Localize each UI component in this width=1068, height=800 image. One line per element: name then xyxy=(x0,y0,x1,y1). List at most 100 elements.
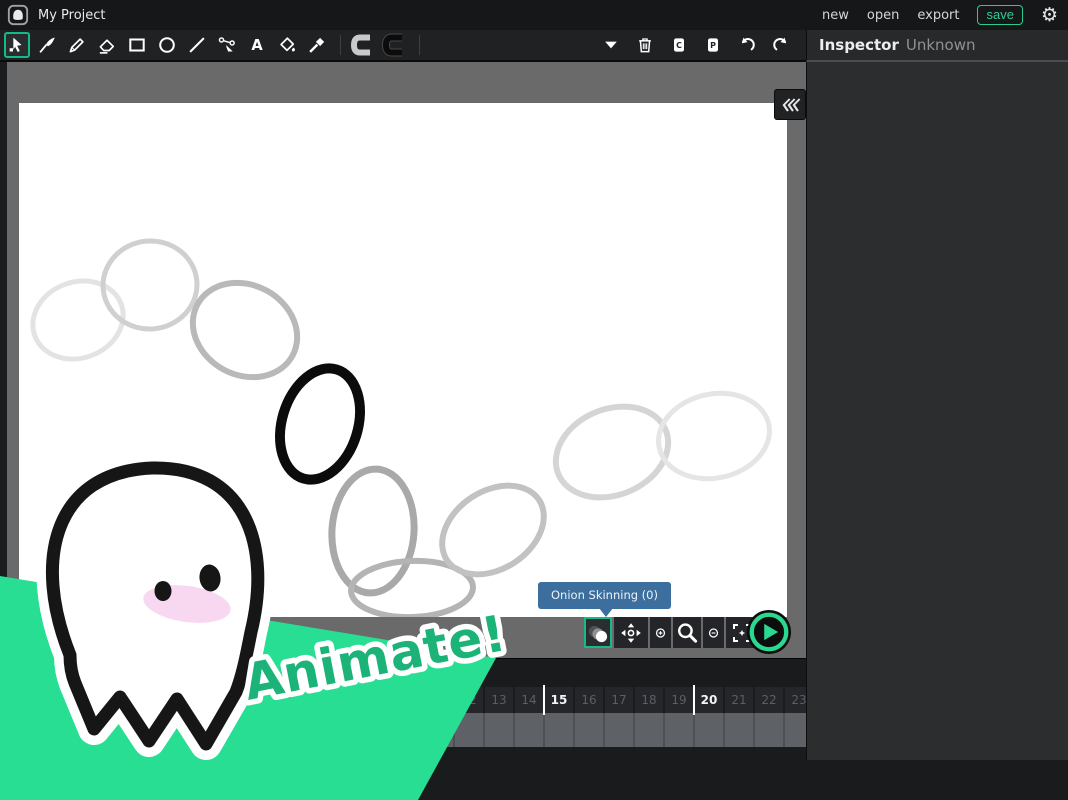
playhead-tick-20 xyxy=(693,685,695,715)
frame-16[interactable]: 16 xyxy=(575,687,603,713)
zoom-out-icon xyxy=(705,621,722,645)
brush-icon xyxy=(36,34,58,56)
color-swatches xyxy=(347,32,409,58)
track-cell-18[interactable] xyxy=(635,713,665,747)
tooltip-pointer xyxy=(599,608,613,617)
settings-gear-icon[interactable]: ⚙ xyxy=(1041,6,1058,25)
play-button[interactable] xyxy=(746,609,792,655)
frame-23[interactable]: 23 xyxy=(785,687,806,713)
frame-12[interactable]: 12 xyxy=(455,687,483,713)
inspector-selection: Unknown xyxy=(906,36,976,54)
track-cell-20[interactable] xyxy=(695,713,725,747)
eraser-icon xyxy=(96,34,118,56)
canvas-workspace xyxy=(0,62,806,658)
topbar-menu: new open export save ⚙ xyxy=(822,5,1068,25)
track-cell-13[interactable] xyxy=(485,713,515,747)
pencil-tool[interactable] xyxy=(64,32,90,58)
track-cell-19[interactable] xyxy=(665,713,695,747)
panel-bottom-strip xyxy=(806,760,1068,800)
title-bar: My Project new open export save ⚙ xyxy=(0,0,1068,30)
frame-14[interactable]: 14 xyxy=(515,687,543,713)
timeline: 11121314151617181920212223 xyxy=(0,658,806,800)
text-icon: A xyxy=(246,34,268,56)
undo-button[interactable] xyxy=(736,34,758,56)
pencil-icon xyxy=(66,34,88,56)
ellipse-icon xyxy=(156,34,178,56)
redo-button[interactable] xyxy=(770,34,792,56)
more-options-button[interactable] xyxy=(600,34,622,56)
viewport-toolbar xyxy=(584,617,758,648)
zoom-in-icon xyxy=(652,621,669,645)
track-cell-16[interactable] xyxy=(575,713,605,747)
frame-number-row: 11121314151617181920212223 xyxy=(425,687,806,713)
line-tool[interactable] xyxy=(184,32,210,58)
text-tool[interactable]: A xyxy=(244,32,270,58)
magnifier-icon xyxy=(675,621,699,645)
ellipse-tool[interactable] xyxy=(154,32,180,58)
track-cell-22[interactable] xyxy=(755,713,785,747)
onion-skinning-button[interactable] xyxy=(584,617,612,648)
paste-button[interactable]: P xyxy=(702,34,724,56)
inspector-title: Inspector xyxy=(819,36,899,54)
frame-21[interactable]: 21 xyxy=(725,687,753,713)
onion-skin-ellipse-6 xyxy=(426,467,561,592)
frame-11[interactable]: 11 xyxy=(425,687,453,713)
rectangle-icon xyxy=(126,34,148,56)
zoom-button[interactable] xyxy=(673,617,701,648)
select-tool[interactable] xyxy=(4,32,30,58)
toolbar-divider xyxy=(340,35,341,55)
copy-button[interactable]: C xyxy=(668,34,690,56)
svg-text:C: C xyxy=(676,41,682,50)
trash-icon xyxy=(635,35,655,55)
toolbar-divider xyxy=(419,35,420,55)
frame-22[interactable]: 22 xyxy=(755,687,783,713)
track-cell-15[interactable] xyxy=(545,713,575,747)
project-title: My Project xyxy=(38,8,106,23)
fill-icon xyxy=(276,34,298,56)
svg-text:P: P xyxy=(710,41,716,50)
onion-skin-ellipse-4 xyxy=(328,466,418,595)
zoom-out-button[interactable] xyxy=(703,617,724,648)
color-c-shape xyxy=(380,33,408,57)
track-cell-12[interactable] xyxy=(455,713,485,747)
playhead-tick-15 xyxy=(543,685,545,715)
edit-actions: C P xyxy=(600,34,806,56)
frame-15[interactable]: 15 xyxy=(545,687,573,713)
save-button[interactable]: save xyxy=(977,5,1022,25)
frame-20[interactable]: 20 xyxy=(695,687,723,713)
frame-track-row xyxy=(425,713,806,747)
brush-tool[interactable] xyxy=(34,32,60,58)
svg-text:A: A xyxy=(251,37,263,54)
onion-skinning-tooltip: Onion Skinning (0) xyxy=(538,582,671,609)
copy-icon: C xyxy=(669,35,689,55)
eyedropper-tool[interactable] xyxy=(304,32,330,58)
frame-18[interactable]: 18 xyxy=(635,687,663,713)
track-cell-23[interactable] xyxy=(785,713,806,747)
rectangle-tool[interactable] xyxy=(124,32,150,58)
track-cell-17[interactable] xyxy=(605,713,635,747)
fill-color-swatch[interactable] xyxy=(379,32,409,58)
drawing-canvas[interactable] xyxy=(19,103,787,617)
onion-skin-ellipse-1 xyxy=(99,237,200,333)
menu-new[interactable]: new xyxy=(822,8,849,23)
track-cell-11[interactable] xyxy=(425,713,455,747)
eraser-tool[interactable] xyxy=(94,32,120,58)
zoom-in-button[interactable] xyxy=(650,617,671,648)
frame-19[interactable]: 19 xyxy=(665,687,693,713)
delete-button[interactable] xyxy=(634,34,656,56)
path-edit-tool[interactable] xyxy=(214,32,240,58)
stroke-color-swatch[interactable] xyxy=(347,32,377,58)
menu-open[interactable]: open xyxy=(867,8,899,23)
collapse-panel-button[interactable] xyxy=(774,89,806,120)
app-window: My Project new open export save ⚙ A C P … xyxy=(0,0,1068,800)
menu-export[interactable]: export xyxy=(917,8,959,23)
fill-tool[interactable] xyxy=(274,32,300,58)
track-cell-21[interactable] xyxy=(725,713,755,747)
frame-13[interactable]: 13 xyxy=(485,687,513,713)
color-c-shape xyxy=(348,33,376,57)
tool-strip: A xyxy=(0,32,330,58)
node-icon xyxy=(216,34,238,56)
pan-view-button[interactable] xyxy=(614,617,648,648)
track-cell-14[interactable] xyxy=(515,713,545,747)
frame-17[interactable]: 17 xyxy=(605,687,633,713)
